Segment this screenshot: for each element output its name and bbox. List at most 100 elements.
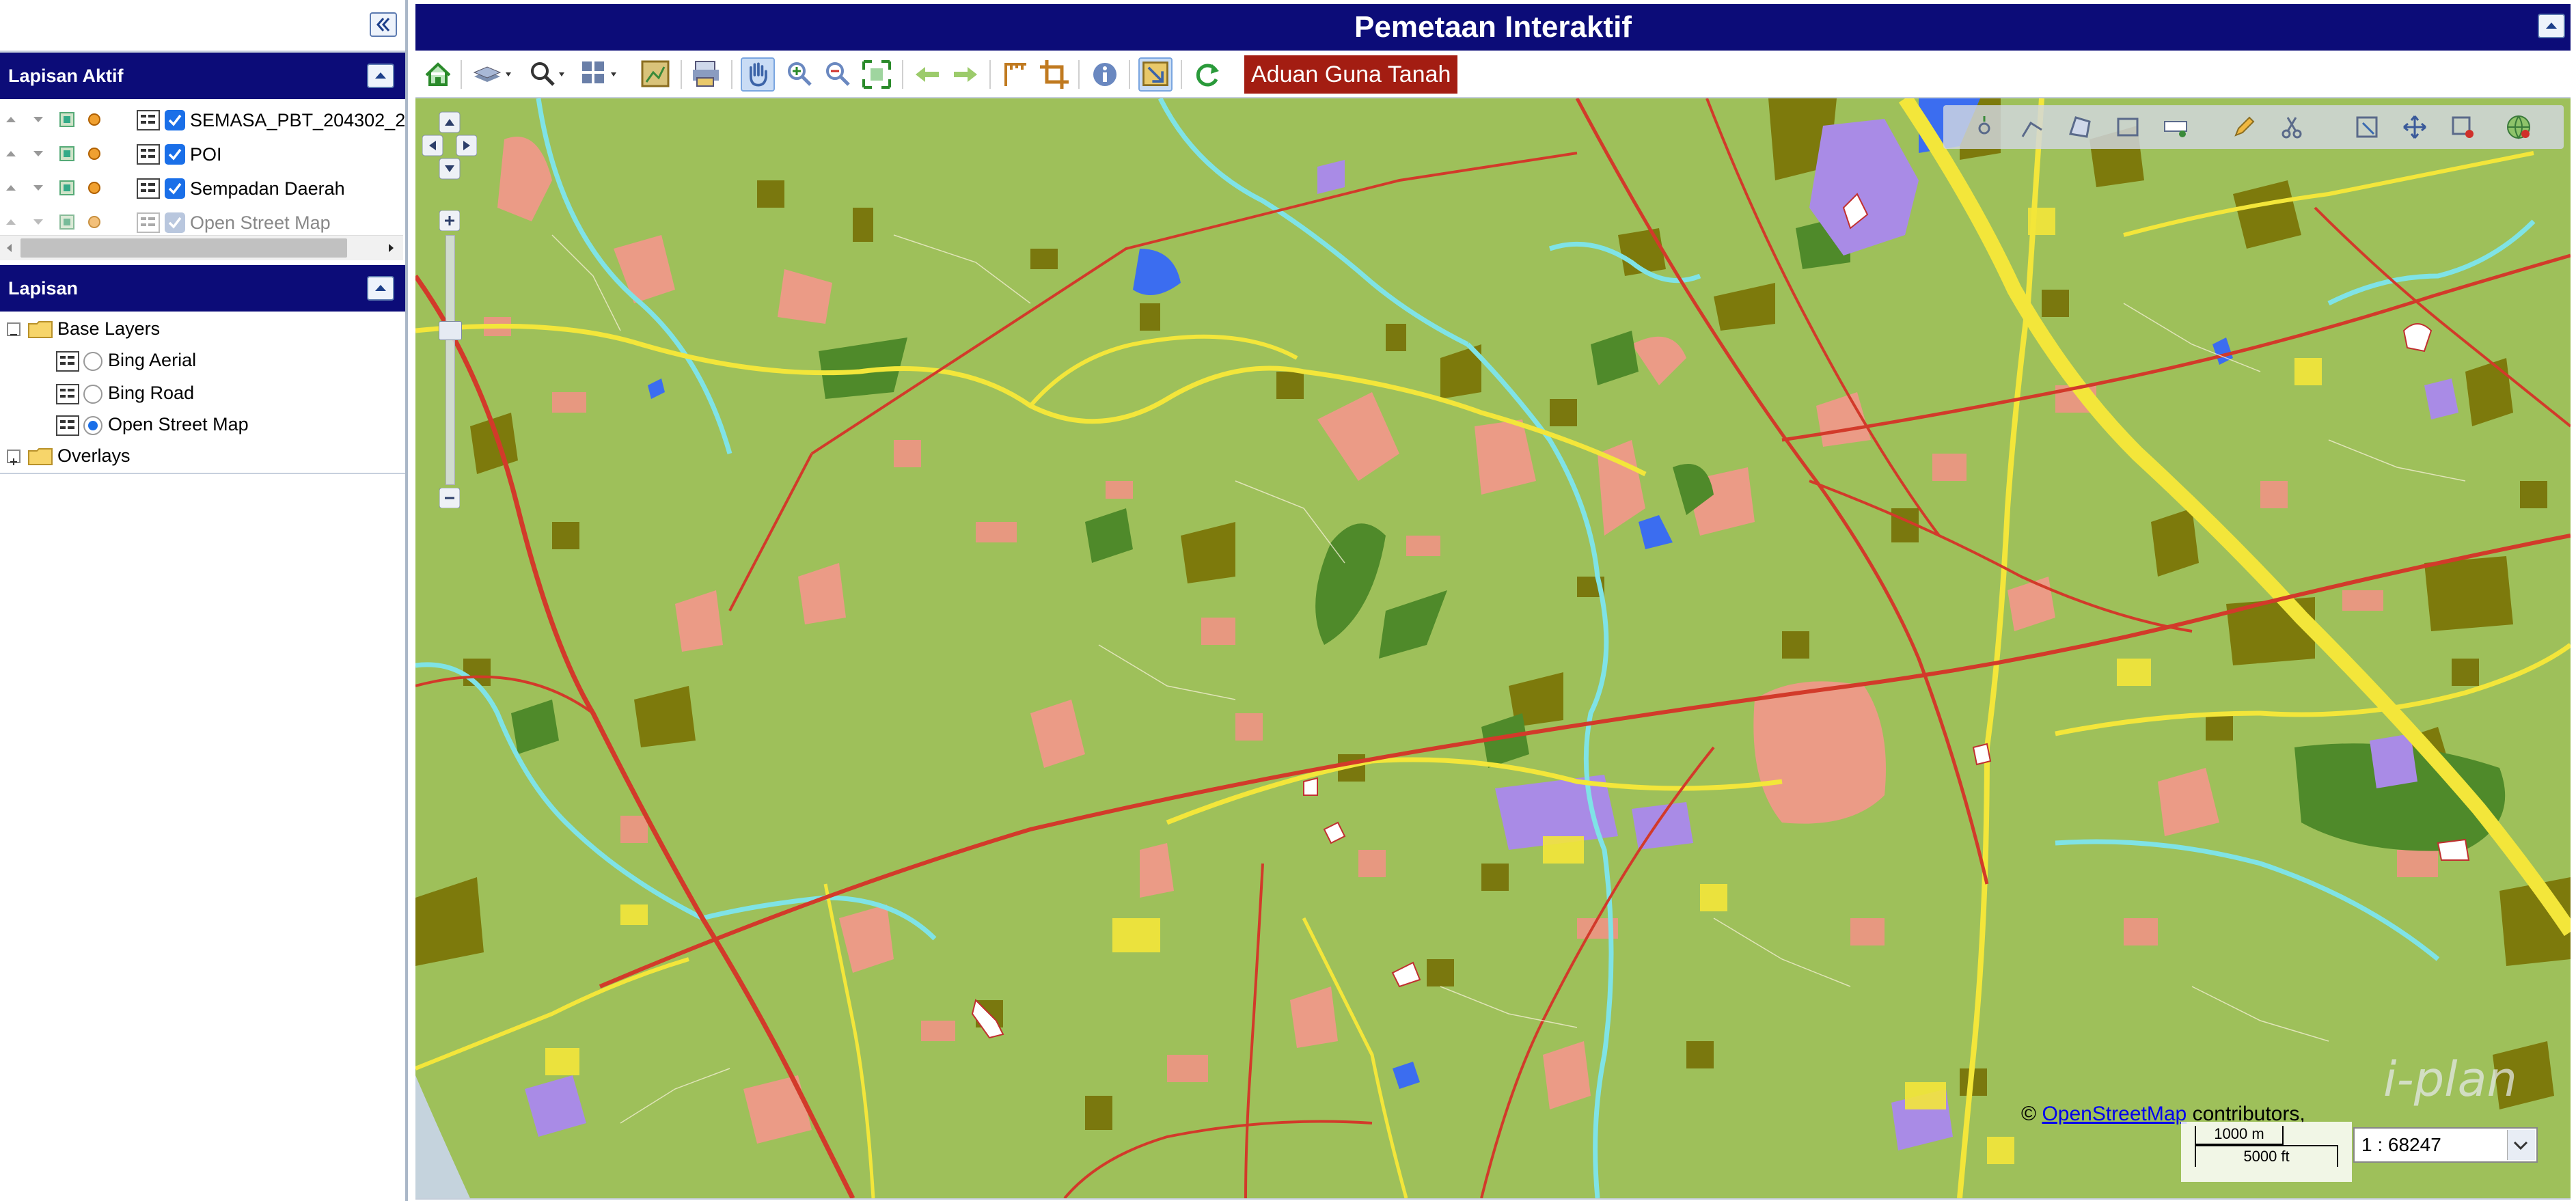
crop-icon[interactable] [1037,57,1071,92]
main-area: Pemetaan Interaktif Aduan Guna Tanah i-p… [415,0,2573,1201]
openstreetmap-link[interactable]: OpenStreetMap [2042,1103,2187,1125]
layer-checkbox[interactable] [165,110,185,130]
zoom-icon[interactable] [526,57,571,92]
draw-rectangle-icon[interactable] [2114,113,2141,141]
legend-icon[interactable] [56,384,79,404]
forward-arrow-icon[interactable] [948,57,983,92]
check-icon [168,217,182,229]
move-down-icon[interactable] [31,215,45,229]
layer-props-icon[interactable] [59,111,75,128]
tree-node-open-street-map[interactable]: Open Street Map [0,410,403,441]
map-toolbar: Aduan Guna Tanah [415,52,2571,98]
move-feature-icon[interactable] [2401,113,2428,141]
title-collapse-button[interactable] [2538,14,2565,38]
move-up-icon[interactable] [4,147,18,161]
active-layer-row[interactable]: Sempadan Daerah [0,171,405,206]
legend-icon[interactable] [137,178,160,199]
scrollbar-thumb[interactable] [20,238,347,258]
layer-props-icon[interactable] [59,214,75,230]
scroll-right-icon[interactable] [385,243,396,253]
tree-node-overlays[interactable]: Overlays [0,441,403,473]
move-up-icon[interactable] [4,113,18,126]
chevron-down-icon [2513,1141,2528,1150]
opacity-icon[interactable] [86,111,102,128]
measure-icon[interactable] [999,57,1033,92]
layer-checkbox[interactable] [165,212,185,233]
layers-icon[interactable] [470,57,518,92]
zoom-slider-handle[interactable] [439,321,462,340]
opacity-icon[interactable] [86,146,102,162]
collapse-panel-button[interactable] [370,12,397,37]
zoom-slider-track[interactable] [446,235,455,485]
legend-icon[interactable] [137,144,160,165]
folder-icon [28,321,53,338]
move-down-icon[interactable] [31,181,45,195]
move-up-icon[interactable] [4,181,18,195]
radio-bing-road[interactable] [83,385,102,404]
active-layers-header: Lapisan Aktif [0,53,405,99]
pan-hand-icon[interactable] [741,57,775,92]
layer-checkbox[interactable] [165,178,185,199]
check-icon [168,182,182,195]
tree-node-base-layers[interactable]: Base Layers [0,314,403,346]
move-down-icon[interactable] [31,113,45,126]
info-icon[interactable] [1088,57,1122,92]
map-canvas[interactable]: i-plan © OpenStreetMap contributors, 100… [415,98,2571,1200]
layers-horizontal-scrollbar[interactable] [0,235,403,260]
home-icon[interactable] [421,57,455,92]
legend-icon[interactable] [137,110,160,130]
tree-node-bing-road[interactable]: Bing Road [0,378,403,410]
layer-checkbox[interactable] [165,144,185,165]
draw-text-icon[interactable] [2162,113,2189,141]
collapse-node-icon[interactable] [7,322,20,336]
select-icon[interactable] [1138,57,1173,92]
layers-header: Lapisan [0,265,405,312]
pencil-icon[interactable] [2230,113,2258,141]
draw-polygon-icon[interactable] [2066,113,2094,141]
tree-label-bing-aerial: Bing Aerial [108,350,197,370]
print-icon[interactable] [689,57,723,92]
zoom-out-button[interactable] [439,488,460,508]
layer-tree: Base Layers Bing Aerial Bing Road Open S… [0,312,405,474]
globe-icon[interactable] [2504,112,2534,142]
delete-feature-icon[interactable] [2449,113,2476,141]
scissors-icon[interactable] [2278,113,2305,141]
aduan-guna-tanah-button[interactable]: Aduan Guna Tanah [1244,55,1458,94]
expand-node-icon[interactable] [7,450,20,465]
move-up-icon[interactable] [4,215,18,229]
legend-icon[interactable] [56,351,79,372]
layer-props-icon[interactable] [59,146,75,162]
radio-open-street-map[interactable] [83,416,102,435]
layer-props-icon[interactable] [59,180,75,196]
watermark-logo: i-plan [2383,1051,2517,1107]
zoom-in-icon[interactable] [783,57,817,92]
zoom-in-button[interactable] [439,210,460,231]
draw-point-icon[interactable] [1971,113,1998,141]
active-layer-row[interactable]: SEMASA_PBT_204302_2 [0,103,405,137]
layers-collapse-button[interactable] [367,276,394,301]
zoom-out-icon[interactable] [821,57,855,92]
radio-bing-aerial[interactable] [83,352,102,371]
map-icon[interactable] [638,57,672,92]
modify-feature-icon[interactable] [2353,113,2381,141]
layer-name: SEMASA_PBT_204302_2 [190,110,406,130]
opacity-icon[interactable] [86,180,102,196]
scale-select[interactable]: 1 : 68247 [2353,1127,2538,1163]
active-layer-row[interactable]: POI [0,137,405,171]
move-down-icon[interactable] [31,147,45,161]
scroll-left-icon[interactable] [4,243,15,253]
refresh-icon[interactable] [1190,57,1224,92]
legend-icon[interactable] [137,212,160,233]
back-arrow-icon[interactable] [910,57,944,92]
scale-line: 1000 m 5000 ft [2181,1122,2352,1182]
active-layers-collapse-button[interactable] [367,64,394,88]
legend-icon[interactable] [56,415,79,436]
grid-icon[interactable] [579,57,625,92]
scale-dropdown-button[interactable] [2507,1130,2535,1160]
check-icon [168,148,182,161]
tree-node-bing-aerial[interactable]: Bing Aerial [0,346,403,377]
opacity-icon[interactable] [86,214,102,230]
tree-label-bing-road: Bing Road [108,383,195,403]
draw-line-icon[interactable] [2018,113,2046,141]
full-extent-icon[interactable] [860,57,894,92]
